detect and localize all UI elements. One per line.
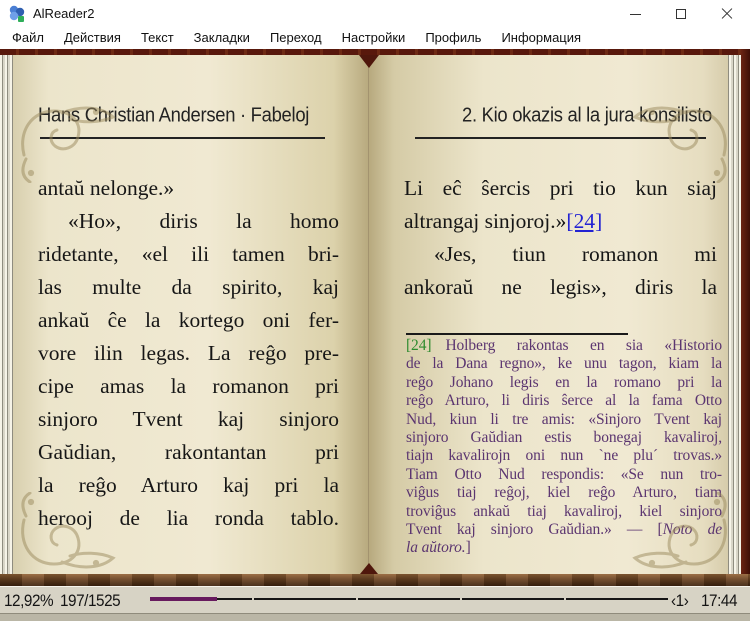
footnote-marker[interactable]: [24] — [406, 337, 432, 354]
floral-corner-ornament — [633, 106, 727, 183]
author-note-italic: la aŭtoro. — [406, 539, 466, 557]
floral-corner-ornament — [633, 492, 727, 569]
footnote-line: reĝo Johano legis en la romano pri la — [406, 373, 722, 391]
right-page-text: Li eĉ ŝercis pri tio kun siaj altrangaj … — [404, 172, 717, 304]
maximize-button[interactable] — [658, 0, 704, 28]
window-bottom-edge — [0, 613, 750, 621]
close-button[interactable] — [704, 0, 750, 28]
text-line: «Ho», diris la homo — [68, 209, 339, 233]
menu-information[interactable]: Информация — [491, 28, 591, 49]
menu-bookmarks[interactable]: Закладки — [184, 28, 260, 49]
text-line: Gaŭdian, rakontantan pri — [38, 440, 339, 464]
progress-track — [150, 598, 668, 600]
text-line: sinjoro Tvent kaj sinjoro — [38, 407, 339, 431]
footnote-line: de la Dana regno», ke unu tagon, kiam la — [406, 355, 722, 373]
text-line: altrangaj sinjoroj.»[24] — [404, 205, 717, 238]
text-fragment: ] — [465, 539, 471, 557]
footnote-line: tiajn kavalirojn oni nun `ne plu´ trovas… — [406, 447, 722, 465]
footnote-line: reĝo Arturo, li diris ŝerce al la fama O… — [406, 392, 722, 410]
menu-file[interactable]: Файл — [2, 28, 54, 49]
book-spine — [368, 55, 369, 574]
progress-fill — [150, 597, 217, 601]
status-bar: 12,92% 197/1525 ‹1› 17:44 — [0, 586, 750, 613]
footnote-line: Tiam Otto Nud respondis: «Se nun tro- — [406, 465, 722, 483]
floral-corner-ornament — [21, 106, 115, 183]
menu-navigation[interactable]: Переход — [260, 28, 332, 49]
menu-settings[interactable]: Настройки — [332, 28, 416, 49]
page-position[interactable]: 197/1525 — [60, 591, 121, 611]
minimize-button[interactable] — [612, 0, 658, 28]
footnote-separator — [406, 333, 628, 335]
book-cover-bottom-edge — [0, 574, 750, 586]
text-line: ankaŭ ĉe la kortego oni fer- — [38, 308, 339, 332]
text-fragment: Holberg rakontas en sia «Historio — [445, 337, 722, 354]
book-cover-right-edge — [741, 49, 750, 586]
footnote-line: sinjoro Gaŭdian estis bonegaj kavaliroj, — [406, 428, 722, 446]
window-controls — [612, 0, 750, 28]
battery-indicator[interactable]: ‹1› — [671, 591, 689, 611]
floral-corner-ornament — [21, 492, 115, 569]
book-view: Hans Christian Andersen · Fabeloj antaŭ … — [0, 49, 750, 586]
window-title: AlReader2 — [33, 6, 95, 21]
close-icon — [721, 8, 733, 20]
maximize-icon — [676, 9, 686, 19]
text-line: «Jes, tiun romanon mi — [434, 242, 717, 266]
clock[interactable]: 17:44 — [701, 591, 737, 611]
text-fragment: altrangaj sinjoroj.» — [404, 209, 567, 233]
progress-bar[interactable] — [150, 596, 668, 602]
text-line: las multe da spirito, kaj — [38, 275, 339, 299]
text-fragment: Tvent kaj sinjoro Gaŭdian.» — [ — [406, 520, 663, 538]
menu-actions[interactable]: Действия — [54, 28, 131, 49]
alreader-window: AlReader2 Файл Действия Текст Закладки П… — [0, 0, 750, 621]
alreader-app-icon[interactable] — [7, 4, 27, 24]
minimize-icon — [629, 13, 641, 15]
footnote-line: Nud, kiun li tre amis: «Sinjoro Tvent ka… — [406, 410, 722, 428]
footnote-link-24[interactable]: [24] — [566, 209, 602, 233]
page-stack-left-edge — [0, 55, 13, 574]
text-line: vore ilin legas. La reĝo pre- — [38, 341, 339, 365]
title-bar: AlReader2 — [0, 0, 750, 28]
reading-percent[interactable]: 12,92% — [4, 591, 54, 611]
text-line: ridetante, «el ili tamen bri- — [38, 242, 339, 266]
text-line: ankoraŭ ne legis», diris la — [404, 275, 717, 299]
footnote-line: [24] Holberg rakontas en sia «Historio — [406, 337, 722, 355]
text-line: cipe amas la romanon pri — [38, 374, 339, 398]
menu-profile[interactable]: Профиль — [415, 28, 491, 49]
left-page-text: antaŭ nelonge.» «Ho», diris la homo ride… — [38, 172, 339, 535]
menu-text[interactable]: Текст — [131, 28, 184, 49]
menu-bar: Файл Действия Текст Закладки Переход Нас… — [0, 28, 750, 49]
